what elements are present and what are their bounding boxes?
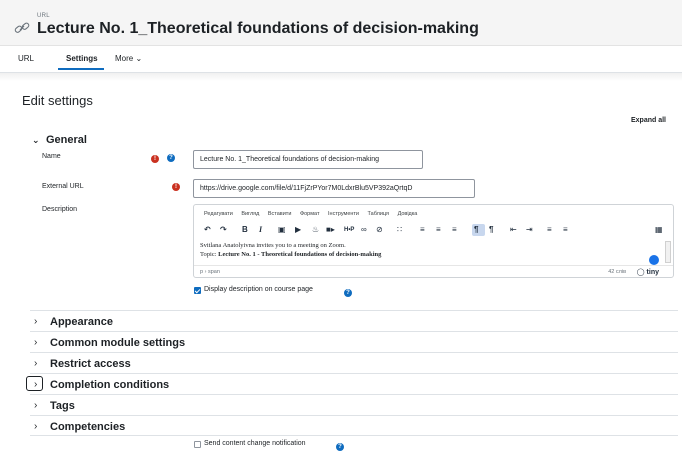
section-label: Tags [50,400,75,412]
description-label: Description [42,206,78,213]
link-icon [14,22,30,33]
page-header: URL Lecture No. 1_Theoretical foundation… [0,0,682,46]
send-notification-checkbox[interactable] [194,441,201,448]
word-count[interactable]: 42 слів [608,269,626,275]
chevron-right-icon: › [34,421,38,432]
image-icon[interactable]: ▣ [278,225,286,234]
outdent-icon[interactable]: ⇤ [510,225,517,234]
align-center-icon[interactable]: ≡ [436,225,441,234]
section-restrict-access[interactable]: › Restrict access [30,352,678,373]
section-general-toggle[interactable]: ⌄ General [32,134,87,146]
help-icon[interactable]: ? [344,289,352,297]
ltr-icon[interactable]: ¶ [474,225,478,234]
tab-url[interactable]: URL [18,54,34,63]
menu-edit[interactable]: Редагувати [204,211,233,217]
name-input[interactable]: Lecture No. 1_Theoretical foundations of… [193,150,423,169]
editor-menubar: Редагувати Вигляд Вставити Формат Інстру… [204,211,424,217]
unlink-icon[interactable]: ⊘ [376,225,383,234]
form-heading: Edit settings [22,93,93,108]
topic-prefix: Topic: [200,251,219,258]
display-description-label: Display description on course page [204,286,313,293]
h5p-icon[interactable]: H•P [344,227,354,233]
external-url-input[interactable]: https://drive.google.com/file/d/11FjZrPY… [193,179,475,198]
align-left-icon[interactable]: ≡ [420,225,425,234]
editor-content[interactable]: Svitlana Anatolyivna invites you to a me… [200,241,662,259]
activity-type-label: URL [37,13,50,19]
align-right-icon[interactable]: ≡ [452,225,457,234]
content-line: Topic: Lecture No. 1 - Theoretical found… [200,250,662,259]
section-label: Completion conditions [50,379,170,391]
menu-view[interactable]: Вигляд [241,211,259,217]
section-label: Competencies [50,421,126,433]
expand-all-link[interactable]: Expand all [631,117,666,124]
italic-icon[interactable]: I [259,225,262,234]
calculator-icon[interactable]: ▦ [655,225,663,234]
name-label: Name [42,153,61,160]
section-label: Appearance [50,316,113,328]
description-editor[interactable]: Редагувати Вигляд Вставити Формат Інстру… [193,204,674,278]
media-icon[interactable]: ▶ [295,225,301,234]
link-icon[interactable]: ∞ [361,225,367,234]
secondary-navigation: URL Settings More ⌄ [0,46,682,70]
editor-toolbar: ↶ ↷ B I ▣ ▶ ♨ ■▸ H•P ∞ ⊘ ∷ ≡ ≡ ≡ ¶ ¶ ⇤ ⇥… [204,224,666,239]
chevron-right-icon: › [34,337,38,348]
section-completion-conditions[interactable]: › Completion conditions [26,373,678,394]
active-tab-indicator [58,68,104,70]
menu-insert[interactable]: Вставити [268,211,292,217]
menu-table[interactable]: Таблиця [368,211,389,217]
content-line: Svitlana Anatolyivna invites you to a me… [200,242,346,249]
section-label: Restrict access [50,358,131,370]
section-competencies[interactable]: › Competencies [30,415,678,436]
undo-icon[interactable]: ↶ [204,225,211,234]
video-icon[interactable]: ■▸ [326,225,335,234]
editor-statusbar: p › span 42 слів ◯ tiny [194,265,673,277]
tiny-logo[interactable]: ◯ tiny [637,268,659,276]
rtl-icon[interactable]: ¶ [489,225,493,234]
bullet-list-icon[interactable]: ≡ [547,225,552,234]
chevron-down-icon: ⌄ [32,135,40,145]
chevron-right-icon: › [34,358,38,369]
external-url-label: External URL [42,183,84,190]
page-title: Lecture No. 1_Theoretical foundations of… [37,20,479,37]
tab-settings[interactable]: Settings [66,54,98,63]
section-appearance[interactable]: › Appearance [30,310,678,331]
send-notification-label: Send content change notification [204,440,306,447]
required-icon: ! [151,155,159,163]
bold-icon[interactable]: B [242,225,248,234]
chevron-right-icon: › [34,400,38,411]
divider-shadow [0,73,682,81]
help-icon[interactable]: ? [167,154,175,162]
fullscreen-icon[interactable]: ∷ [397,225,402,234]
required-icon: ! [172,183,180,191]
redo-icon[interactable]: ↷ [220,225,227,234]
tab-more[interactable]: More ⌄ [115,54,142,63]
menu-tools[interactable]: Інструменти [328,211,359,217]
element-path[interactable]: p › span [200,269,220,275]
help-icon[interactable]: ? [336,443,344,451]
section-label: Common module settings [50,337,186,349]
menu-format[interactable]: Формат [300,211,320,217]
section-general-label: General [46,134,87,146]
tiny-brand-text: tiny [646,269,659,276]
editor-scrollbar[interactable] [665,241,671,263]
menu-help[interactable]: Довідка [398,211,418,217]
chevron-right-icon: › [34,379,38,390]
chevron-right-icon: › [34,316,38,327]
numbered-list-icon[interactable]: ≡ [563,225,568,234]
microphone-icon[interactable]: ♨ [312,225,319,234]
topic-title: Lecture No. 1 - Theoretical foundations … [218,251,382,258]
section-tags[interactable]: › Tags [30,394,678,415]
indent-icon[interactable]: ⇥ [526,225,533,234]
assistant-icon[interactable] [649,255,659,265]
section-common-module-settings[interactable]: › Common module settings [30,331,678,352]
display-description-checkbox[interactable] [194,287,201,294]
